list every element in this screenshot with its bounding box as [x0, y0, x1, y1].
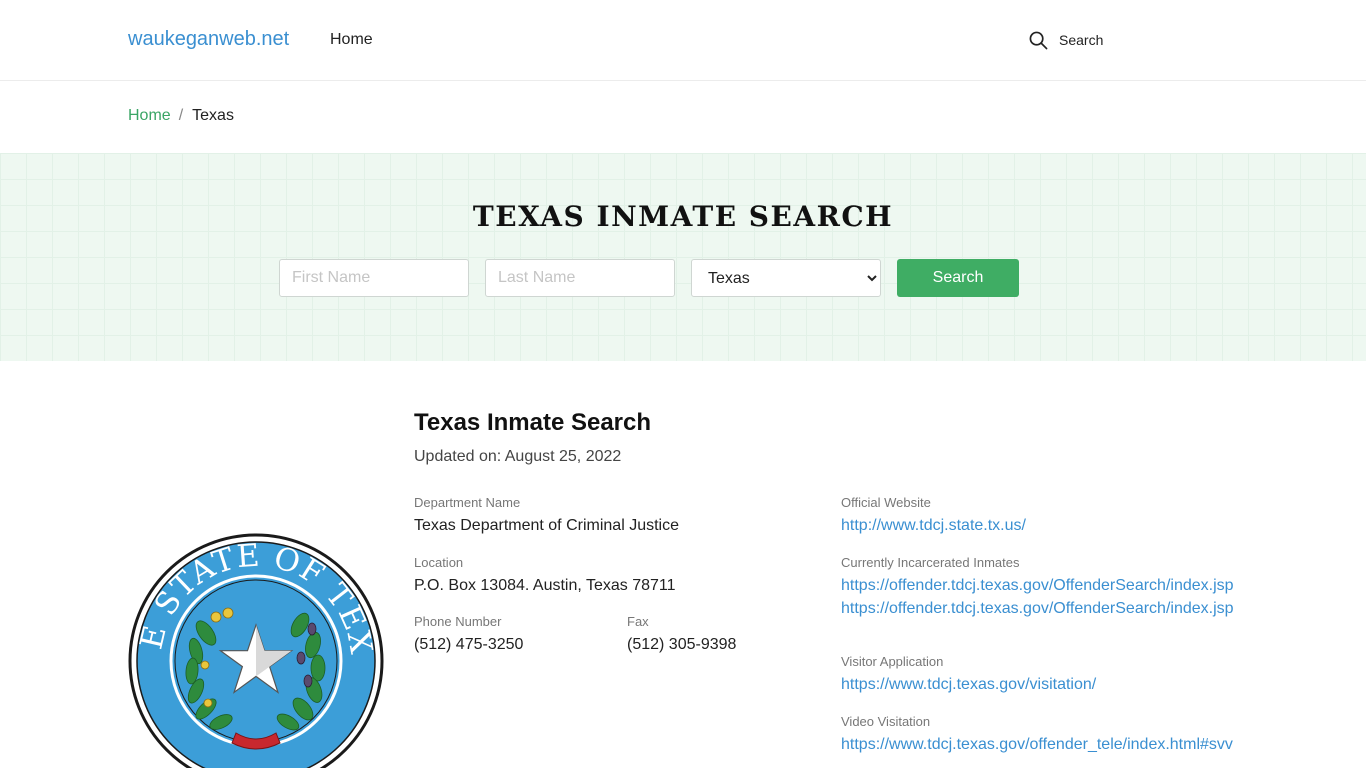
location-field: Location P.O. Box 13084. Austin, Texas 7…: [414, 555, 676, 595]
extra-link-field: https://offender.tdcj.texas.gov/Offender…: [841, 594, 1234, 618]
fax-value: (512) 305-9398: [627, 636, 737, 653]
search-button[interactable]: Search: [897, 259, 1019, 297]
visitor-label: Visitor Application: [841, 654, 944, 669]
fax-field: Fax (512) 305-9398: [627, 614, 736, 654]
state-select[interactable]: Texas: [691, 259, 881, 297]
visitor-link[interactable]: https://www.tdcj.texas.gov/visitation/: [841, 675, 1096, 694]
department-label: Department Name: [414, 495, 521, 510]
nav-home-link[interactable]: Home: [330, 31, 373, 49]
incarcerated-label: Currently Incarcerated Inmates: [841, 555, 1020, 570]
search-icon: [1029, 31, 1048, 49]
first-name-input[interactable]: [279, 259, 469, 297]
phone-value: (512) 475-3250: [414, 636, 524, 653]
top-navbar: waukeganweb.net Home Search: [0, 0, 1366, 81]
page-title: Texas Inmate Search: [414, 409, 652, 436]
texas-state-seal: THE STATE OF TEXAS: [128, 533, 384, 768]
location-label: Location: [414, 555, 464, 570]
updated-date: Updated on: August 25, 2022: [414, 448, 622, 465]
incarcerated-field: Currently Incarcerated Inmates https://o…: [841, 555, 1234, 595]
department-field: Department Name Texas Department of Crim…: [414, 495, 679, 535]
hero-title: TEXAS INMATE SEARCH: [472, 200, 894, 233]
header-search-label: Search: [1059, 32, 1104, 48]
department-value: Texas Department of Criminal Justice: [414, 517, 679, 534]
website-field: Official Website http://www.tdcj.state.t…: [841, 495, 1026, 535]
website-label: Official Website: [841, 495, 931, 510]
visitor-field: Visitor Application https://www.tdcj.tex…: [841, 654, 1096, 694]
video-field: Video Visitation https://www.tdcj.texas.…: [841, 714, 1233, 754]
incarcerated-link[interactable]: https://offender.tdcj.texas.gov/Offender…: [841, 576, 1234, 595]
website-link[interactable]: http://www.tdcj.state.tx.us/: [841, 516, 1026, 535]
offender-search-link[interactable]: https://offender.tdcj.texas.gov/Offender…: [841, 599, 1234, 618]
video-link[interactable]: https://www.tdcj.texas.gov/offender_tele…: [841, 735, 1233, 754]
breadcrumb-separator: /: [178, 107, 184, 124]
search-hero: TEXAS INMATE SEARCH Texas Search: [0, 153, 1366, 361]
header-search-button[interactable]: Search: [1029, 30, 1103, 50]
breadcrumb-home-link[interactable]: Home: [128, 107, 171, 125]
brand-logo-link[interactable]: waukeganweb.net: [128, 28, 289, 51]
breadcrumb-current: Texas: [192, 107, 234, 124]
fax-label: Fax: [627, 614, 649, 629]
video-label: Video Visitation: [841, 714, 931, 729]
breadcrumb: Home / Texas: [128, 107, 234, 125]
location-value: P.O. Box 13084. Austin, Texas 78711: [414, 577, 676, 594]
phone-field: Phone Number (512) 475-3250: [414, 614, 523, 654]
phone-label: Phone Number: [414, 614, 502, 629]
last-name-input[interactable]: [485, 259, 675, 297]
